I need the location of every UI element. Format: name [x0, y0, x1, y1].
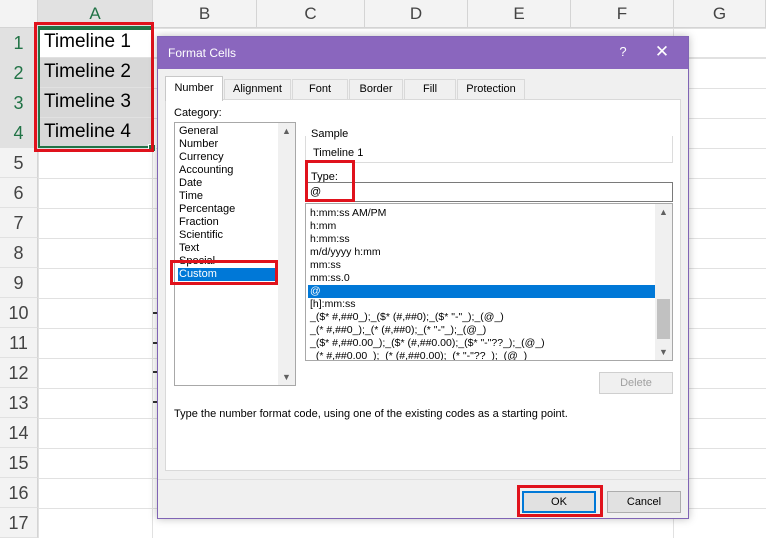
category-scrollbar[interactable]: ▲ ▼: [278, 123, 295, 385]
scroll-down-icon[interactable]: ▼: [278, 369, 295, 385]
column-header-f[interactable]: F: [571, 0, 674, 28]
category-item[interactable]: Time: [178, 190, 280, 203]
scroll-thumb[interactable]: [657, 299, 670, 339]
dialog-title: Format Cells: [168, 46, 237, 60]
row-header-1[interactable]: 1: [0, 28, 38, 58]
scroll-down-icon[interactable]: ▼: [655, 344, 672, 360]
tab-font[interactable]: Font: [292, 79, 348, 99]
category-item[interactable]: Accounting: [178, 164, 280, 177]
cancel-button[interactable]: Cancel: [607, 491, 681, 513]
tab-fill[interactable]: Fill: [404, 79, 456, 99]
row-header-6[interactable]: 6: [0, 178, 38, 208]
format-item[interactable]: _($* #,##0_);_($* (#,##0);_($* "-"_);_(@…: [308, 311, 656, 324]
row-header-15[interactable]: 15: [0, 448, 38, 478]
sample-value: Timeline 1: [313, 147, 364, 159]
format-item[interactable]: h:mm: [308, 220, 656, 233]
help-icon[interactable]: ?: [612, 41, 634, 63]
select-all-corner[interactable]: [0, 0, 38, 28]
column-header-d[interactable]: D: [365, 0, 468, 28]
row-header-4[interactable]: 4: [0, 118, 38, 148]
number-tab-panel: Category: General Number Currency Accoun…: [165, 99, 681, 471]
category-item[interactable]: Date: [178, 177, 280, 190]
row-header-5[interactable]: 5: [0, 148, 38, 178]
category-item[interactable]: Special: [178, 255, 280, 268]
format-item[interactable]: _(* #,##0_);_(* (#,##0);_(* "-"_);_(@_): [308, 324, 656, 337]
hint-text: Type the number format code, using one o…: [174, 408, 568, 420]
format-item[interactable]: mm:ss.0: [308, 272, 656, 285]
format-code-list[interactable]: h:mm:ss AM/PM h:mm h:mm:ss m/d/yyyy h:mm…: [305, 203, 673, 361]
tab-number[interactable]: Number: [165, 76, 223, 101]
delete-button[interactable]: Delete: [599, 372, 673, 394]
format-item[interactable]: m/d/yyyy h:mm: [308, 246, 656, 259]
row-header-16[interactable]: 16: [0, 478, 38, 508]
format-item[interactable]: [h]:mm:ss: [308, 298, 656, 311]
row-header-13[interactable]: 13: [0, 388, 38, 418]
row-header-9[interactable]: 9: [0, 268, 38, 298]
tab-border[interactable]: Border: [349, 79, 403, 99]
format-item[interactable]: _(* #,##0.00_);_(* (#,##0.00);_(* "-"??_…: [308, 350, 656, 360]
category-list[interactable]: General Number Currency Accounting Date …: [174, 122, 296, 386]
format-item[interactable]: _($* #,##0.00_);_($* (#,##0.00);_($* "-"…: [308, 337, 656, 350]
category-item[interactable]: Currency: [178, 151, 280, 164]
category-item[interactable]: Text: [178, 242, 280, 255]
category-item[interactable]: General: [178, 125, 280, 138]
category-item[interactable]: Fraction: [178, 216, 280, 229]
type-input[interactable]: @: [305, 182, 673, 202]
category-label: Category:: [174, 107, 222, 119]
dialog-titlebar[interactable]: Format Cells ? ✕: [158, 37, 688, 69]
row-header-12[interactable]: 12: [0, 358, 38, 388]
row-header-17[interactable]: 17: [0, 508, 38, 538]
ok-button[interactable]: OK: [522, 491, 596, 513]
row-header-14[interactable]: 14: [0, 418, 38, 448]
tab-protection[interactable]: Protection: [457, 79, 525, 99]
footer-separator: [158, 479, 688, 480]
category-item[interactable]: Number: [178, 138, 280, 151]
format-item[interactable]: h:mm:ss AM/PM: [308, 207, 656, 220]
column-header-b[interactable]: B: [153, 0, 257, 28]
row-header-8[interactable]: 8: [0, 238, 38, 268]
format-scrollbar[interactable]: ▲ ▼: [655, 204, 672, 360]
scroll-up-icon[interactable]: ▲: [655, 204, 672, 220]
fill-handle[interactable]: [148, 144, 156, 152]
column-header-c[interactable]: C: [257, 0, 365, 28]
row-header-2[interactable]: 2: [0, 58, 38, 88]
close-icon[interactable]: ✕: [650, 40, 674, 64]
selection-border: [38, 28, 153, 148]
format-item[interactable]: h:mm:ss: [308, 233, 656, 246]
format-item[interactable]: mm:ss: [308, 259, 656, 272]
column-header-g[interactable]: G: [674, 0, 766, 28]
category-item-selected[interactable]: Custom: [178, 268, 280, 281]
tab-alignment[interactable]: Alignment: [224, 79, 291, 99]
format-item-selected[interactable]: @: [308, 285, 656, 298]
row-header-10[interactable]: 10: [0, 298, 38, 328]
row-header-3[interactable]: 3: [0, 88, 38, 118]
category-item[interactable]: Percentage: [178, 203, 280, 216]
column-header-e[interactable]: E: [468, 0, 571, 28]
scroll-up-icon[interactable]: ▲: [278, 123, 295, 139]
row-header-11[interactable]: 11: [0, 328, 38, 358]
format-cells-dialog: Format Cells ? ✕ Number Alignment Font B…: [157, 36, 689, 519]
column-header-a[interactable]: A: [38, 0, 153, 28]
row-header-7[interactable]: 7: [0, 208, 38, 238]
category-item[interactable]: Scientific: [178, 229, 280, 242]
